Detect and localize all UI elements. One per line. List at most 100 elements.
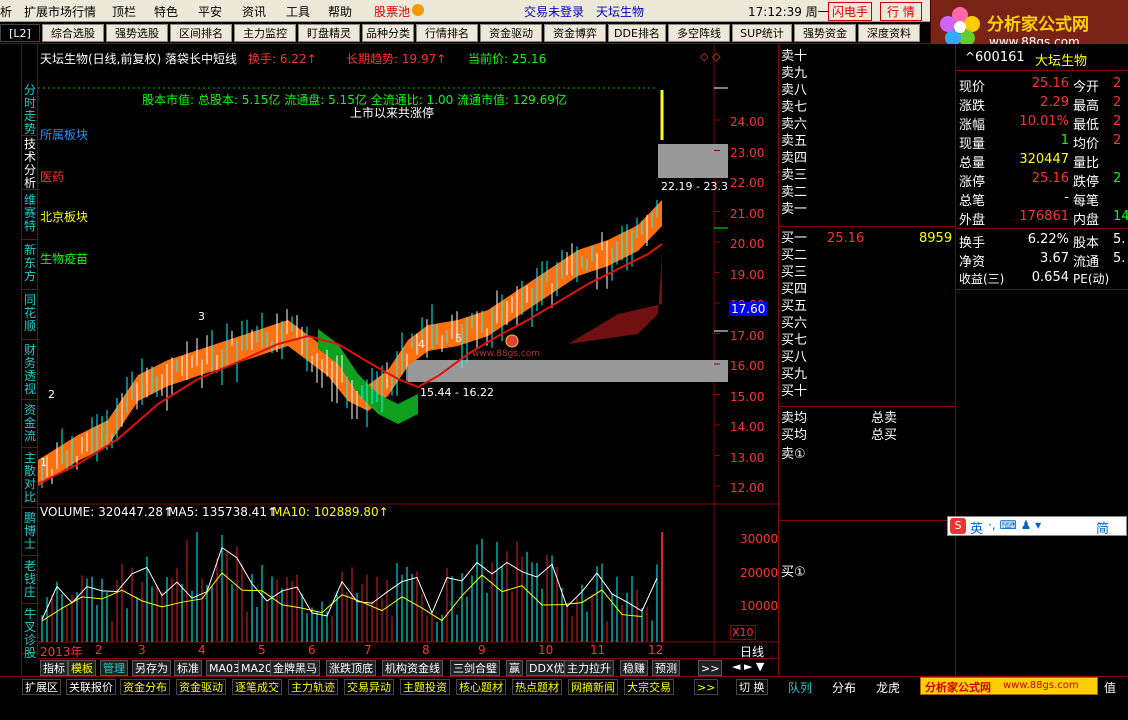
stock-code: 600161 [975, 50, 1025, 65]
sector-medicine[interactable]: 医药 [40, 168, 64, 185]
price-tick: 21.00 [730, 207, 765, 221]
toolbar-btn-8[interactable]: 资金博弈 [544, 24, 606, 42]
ime-toolbar[interactable]: S 英 ·, ⌨ ♟ ▾ 简 [947, 516, 1127, 537]
sector-label[interactable]: 所属板块 [40, 126, 88, 143]
menu-item-0[interactable]: 析 [0, 3, 12, 20]
tab-main-rise[interactable]: 主力拉升 [564, 660, 614, 676]
toolbar-btn-13[interactable]: 深度资料 [858, 24, 920, 42]
side-tab-10[interactable]: 牛叉诊股 [22, 608, 38, 660]
menu-item-2[interactable]: 顶栏 [112, 3, 136, 20]
tab-queue[interactable]: 队列 [788, 679, 812, 696]
toolbar-btn-5[interactable]: 品种分类 [362, 24, 414, 42]
tab-core-topic[interactable]: 核心题材 [456, 679, 506, 695]
banner-url: www.88gs.com [1003, 680, 1079, 691]
level-label[interactable]: [L2] [0, 24, 40, 42]
trend-indicator: 长期趋势: 19.97↑ [346, 52, 447, 66]
ime-tools-icon[interactable]: ·, ⌨ ♟ ▾ [988, 518, 1041, 532]
tab-news[interactable]: 网摘新闻 [568, 679, 618, 695]
side-tab-8[interactable]: 鹏博士 [22, 512, 38, 556]
switch-button[interactable]: 切 换 [736, 679, 768, 695]
tab-forecast[interactable]: 预测 [652, 660, 680, 676]
site-banner[interactable]: 分析家公式网 www.88gs.com [920, 677, 1098, 695]
tab-save-as[interactable]: 另存为 [132, 660, 171, 676]
tab-indicator[interactable]: 指标 [40, 660, 68, 676]
quote-button[interactable]: 行 情 [880, 2, 922, 21]
kline-chart[interactable] [38, 44, 778, 656]
tab-fund-line[interactable]: 机构资金线 [382, 660, 443, 676]
side-tab-3[interactable]: 新东方 [22, 244, 38, 290]
toolbar-btn-7[interactable]: 资金驱动 [480, 24, 542, 42]
tab-gold-horse[interactable]: 金牌黑马 [270, 660, 320, 676]
tab-trade-detail[interactable]: 逐笔成交 [232, 679, 282, 695]
tab-ddx[interactable]: DDX优 [526, 660, 568, 676]
toolbar-btn-0[interactable]: 综合选股 [42, 24, 104, 42]
wave-label-3: 3 [198, 310, 205, 323]
side-tab-6[interactable]: 资金流 [22, 404, 38, 448]
menu-item-5[interactable]: 资讯 [242, 3, 266, 20]
tab-fund-distribution[interactable]: 资金分布 [120, 679, 170, 695]
ime-language[interactable]: 英 [970, 518, 983, 537]
tab-dragon-tiger[interactable]: 龙虎 [876, 679, 900, 696]
quote-value-right: 2 [1113, 171, 1122, 186]
quote-label-right: 跌停 [1073, 175, 1100, 190]
tab-manage[interactable]: 管理 [100, 660, 128, 676]
menu-item-7[interactable]: 帮助 [328, 3, 352, 20]
tab-block-trade[interactable]: 大宗交易 [624, 679, 674, 695]
toolbar-btn-10[interactable]: 多空阵线 [668, 24, 730, 42]
side-tab-1[interactable]: 技术分析 [22, 138, 38, 190]
finance-label-2: 流通 [1073, 255, 1100, 270]
app-window: 析 扩展市场行情 顶栏 特色 平安 资讯 工具 帮助 股票池 交易未登录 天坛生… [0, 0, 1128, 720]
tab-main-track[interactable]: 主力轨迹 [288, 679, 338, 695]
tab-standard[interactable]: 标准 [174, 660, 202, 676]
finance-label: 净资 [959, 255, 986, 270]
side-tab-0[interactable]: 分时走势 [22, 84, 38, 136]
toolbar-btn-4[interactable]: 盯盘精灵 [298, 24, 360, 42]
tab-scroll-arrows[interactable]: ◄ ► ▼ [732, 660, 764, 673]
tab-theme-invest[interactable]: 主题投资 [400, 679, 450, 695]
stock-pool-menu[interactable]: 股票池 [374, 3, 410, 20]
menu-item-1[interactable]: 扩展市场行情 [24, 3, 96, 20]
toolbar-btn-6[interactable]: 行情排名 [416, 24, 478, 42]
banner-title: 分析家公式网 [925, 681, 991, 694]
tab-trade-anomaly[interactable]: 交易异动 [344, 679, 394, 695]
toolbar-btn-9[interactable]: DDE排名 [608, 24, 666, 42]
side-tab-9[interactable]: 老钱庄 [22, 560, 38, 604]
toolbar-btn-3[interactable]: 主力监控 [234, 24, 296, 42]
menu-item-6[interactable]: 工具 [286, 3, 310, 20]
tab-extension[interactable]: 扩展区 [22, 679, 61, 695]
tab-fund-drive[interactable]: 资金驱动 [176, 679, 226, 695]
side-tab-4[interactable]: 同花顺 [22, 294, 38, 340]
toolbar-btn-11[interactable]: SUP统计 [732, 24, 792, 42]
chart-title: 天坛生物(日线,前复权) 落袋长中短线 [40, 52, 237, 66]
quote-label-right: 最高 [1073, 99, 1100, 114]
tab-distribution[interactable]: 分布 [832, 679, 856, 696]
toolbar-btn-12[interactable]: 强势资金 [794, 24, 856, 42]
toolbar-btn-1[interactable]: 强势选股 [106, 24, 168, 42]
tab-stable[interactable]: 稳赚 [620, 660, 648, 676]
tab-three-swords[interactable]: 三剑合璧 [450, 660, 500, 676]
side-tab-5[interactable]: 财务透视 [22, 344, 38, 400]
login-status[interactable]: 交易未登录 [524, 3, 584, 20]
tab-top-bottom[interactable]: 涨跌顶底 [326, 660, 376, 676]
finance-value-2: 5. [1113, 232, 1126, 247]
tab-more[interactable]: >> [698, 660, 723, 676]
ime-simplified[interactable]: 简 [1096, 518, 1109, 537]
menu-item-4[interactable]: 平安 [198, 3, 222, 20]
menu-item-3[interactable]: 特色 [154, 3, 178, 20]
tab-template[interactable]: 模板 [68, 660, 96, 676]
close-diamond-icon[interactable]: ◇ ◇ [700, 50, 720, 63]
tab-value[interactable]: 值 [1104, 679, 1116, 696]
flash-button[interactable]: 闪电手 [828, 2, 873, 21]
sector-beijing[interactable]: 北京板块 [40, 208, 88, 225]
tab-win[interactable]: 赢 [506, 660, 523, 676]
tab-hot-topic[interactable]: 热点题材 [512, 679, 562, 695]
tab-related-quote[interactable]: 关联报价 [66, 679, 116, 695]
quote-label: 涨停 [959, 175, 986, 190]
tab-more-2[interactable]: >> [694, 679, 719, 695]
toolbar-btn-2[interactable]: 区间排名 [170, 24, 232, 42]
current-price-indicator: 当前价: 25.16 [468, 52, 547, 66]
sector-vaccine[interactable]: 生物疫苗 [40, 250, 88, 267]
side-tab-7[interactable]: 主散对比 [22, 452, 38, 508]
side-tab-2[interactable]: 维赛特 [22, 194, 38, 240]
left-strip [0, 44, 22, 676]
